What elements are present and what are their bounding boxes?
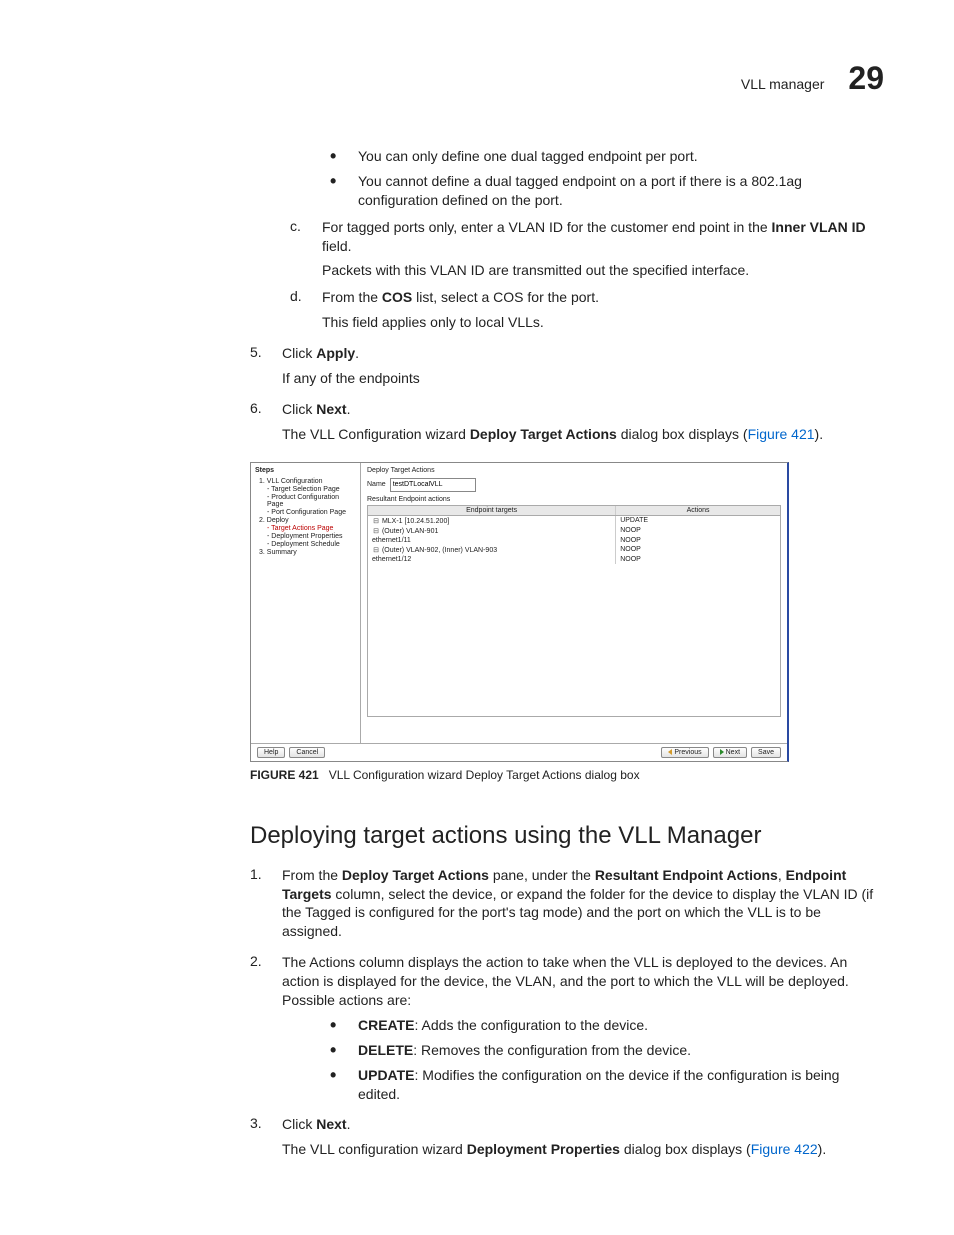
- steps-pane: Steps 1. VLL Configuration - Target Sele…: [251, 463, 361, 743]
- steps-title: Steps: [255, 467, 356, 474]
- step-subitem: - Port Configuration Page: [267, 509, 356, 516]
- figure-link[interactable]: Figure 422: [751, 1141, 818, 1157]
- substep-c: c. For tagged ports only, enter a VLAN I…: [290, 218, 884, 256]
- arrow-right-icon: [720, 749, 724, 755]
- bullet-icon: •: [330, 147, 344, 166]
- list-marker: c.: [290, 218, 308, 256]
- bullet-item: • You cannot define a dual tagged endpoi…: [330, 172, 884, 210]
- resultant-title: Resultant Endpoint actions: [367, 496, 781, 503]
- chapter-number: 29: [848, 60, 884, 97]
- bullet-text: You can only define one dual tagged endp…: [358, 147, 698, 166]
- next-button[interactable]: Next: [713, 747, 747, 758]
- bullet-item: • DELETE: Removes the configuration from…: [330, 1041, 884, 1060]
- page: VLL manager 29 • You can only define one…: [0, 0, 954, 1205]
- figure-link[interactable]: Figure 421: [748, 426, 815, 442]
- name-row: Name: [367, 478, 781, 492]
- bullet-icon: •: [330, 172, 344, 210]
- list-marker: 1.: [250, 866, 268, 942]
- section-heading: Deploying target actions using the VLL M…: [250, 822, 884, 850]
- deploy-step-3: 3. Click Next.: [250, 1115, 884, 1134]
- step-subitem: - Deployment Properties: [267, 533, 356, 540]
- step-item: 2. Deploy: [259, 517, 356, 524]
- tree-collapse-icon[interactable]: ⊟: [372, 517, 380, 525]
- col-actions: Actions: [615, 506, 780, 515]
- substep-text: From the COS list, select a COS for the …: [322, 288, 599, 307]
- step-text: From the Deploy Target Actions pane, und…: [282, 866, 884, 942]
- dialog-box: Steps 1. VLL Configuration - Target Sele…: [250, 462, 789, 762]
- bullet-text: DELETE: Removes the configuration from t…: [358, 1041, 691, 1060]
- bullet-item: • UPDATE: Modifies the configuration on …: [330, 1066, 884, 1104]
- list-marker: 5.: [250, 344, 268, 363]
- step-6: 6. Click Next.: [250, 400, 884, 419]
- bullet-text: CREATE: Adds the configuration to the de…: [358, 1016, 648, 1035]
- table-header: Endpoint targets Actions: [367, 505, 781, 516]
- previous-button[interactable]: Previous: [661, 747, 708, 758]
- step-subitem: - Product Configuration Page: [267, 494, 356, 508]
- dialog-title: Deploy Target Actions: [367, 467, 781, 474]
- step-subtext: The VLL configuration wizard Deployment …: [282, 1140, 884, 1159]
- step-subitem-active: - Target Actions Page: [267, 525, 356, 532]
- help-button[interactable]: Help: [257, 747, 285, 758]
- step-subitem: - Target Selection Page: [267, 486, 356, 493]
- substep-text: For tagged ports only, enter a VLAN ID f…: [322, 218, 884, 256]
- step-text: The Actions column displays the action t…: [282, 953, 884, 1010]
- substep-subtext: This field applies only to local VLLs.: [322, 313, 884, 332]
- bullet-icon: •: [330, 1016, 344, 1035]
- bullet-text: You cannot define a dual tagged endpoint…: [358, 172, 884, 210]
- step-item: 3. Summary: [259, 549, 356, 556]
- bullet-item: • CREATE: Adds the configuration to the …: [330, 1016, 884, 1035]
- step-subtext: If any of the endpoints: [282, 369, 884, 388]
- table-row: ethernet1/12NOOP: [368, 555, 780, 564]
- step-item: 1. VLL Configuration: [259, 478, 356, 485]
- dialog-footer: Help Cancel Previous Next Save: [251, 743, 787, 761]
- step-text: Click Next.: [282, 400, 350, 419]
- bullet-item: • You can only define one dual tagged en…: [330, 147, 884, 166]
- arrow-left-icon: [668, 749, 672, 755]
- figure-421: Steps 1. VLL Configuration - Target Sele…: [250, 462, 884, 782]
- step-text: Click Next.: [282, 1115, 350, 1134]
- list-marker: d.: [290, 288, 308, 307]
- save-button[interactable]: Save: [751, 747, 781, 758]
- name-input[interactable]: [390, 478, 476, 492]
- figure-caption-text: VLL Configuration wizard Deploy Target A…: [329, 768, 640, 782]
- step-5: 5. Click Apply.: [250, 344, 884, 363]
- deploy-step-2: 2. The Actions column displays the actio…: [250, 953, 884, 1010]
- deploy-step-1: 1. From the Deploy Target Actions pane, …: [250, 866, 884, 942]
- table-row: ⊟ (Outer) VLAN-902, (Inner) VLAN-903NOOP: [368, 545, 780, 555]
- table-row: ⊟ (Outer) VLAN-901NOOP: [368, 526, 780, 536]
- tree-collapse-icon[interactable]: ⊟: [372, 546, 380, 554]
- table-body: ⊟ MLX-1 [10.24.51.200]UPDATE ⊟ (Outer) V…: [367, 516, 781, 717]
- figure-caption: FIGURE 421 VLL Configuration wizard Depl…: [250, 768, 884, 782]
- header-title: VLL manager: [741, 76, 825, 92]
- table-row: ⊟ MLX-1 [10.24.51.200]UPDATE: [368, 516, 780, 526]
- bullet-text: UPDATE: Modifies the configuration on th…: [358, 1066, 884, 1104]
- cancel-button[interactable]: Cancel: [289, 747, 325, 758]
- step-subtext: The VLL Configuration wizard Deploy Targ…: [282, 425, 884, 444]
- substep-d: d. From the COS list, select a COS for t…: [290, 288, 884, 307]
- list-marker: 6.: [250, 400, 268, 419]
- bullet-icon: •: [330, 1066, 344, 1104]
- col-endpoint-targets: Endpoint targets: [368, 506, 615, 515]
- tree-collapse-icon[interactable]: ⊟: [372, 527, 380, 535]
- dialog-main-pane: Deploy Target Actions Name Resultant End…: [361, 463, 787, 743]
- figure-label: FIGURE 421: [250, 768, 319, 782]
- bullet-icon: •: [330, 1041, 344, 1060]
- page-header: VLL manager 29: [70, 60, 884, 97]
- step-text: Click Apply.: [282, 344, 359, 363]
- list-marker: 2.: [250, 953, 268, 1010]
- table-row: ethernet1/11NOOP: [368, 536, 780, 545]
- step-subitem: - Deployment Schedule: [267, 541, 356, 548]
- name-label: Name: [367, 481, 386, 488]
- list-marker: 3.: [250, 1115, 268, 1134]
- substep-subtext: Packets with this VLAN ID are transmitte…: [322, 261, 884, 280]
